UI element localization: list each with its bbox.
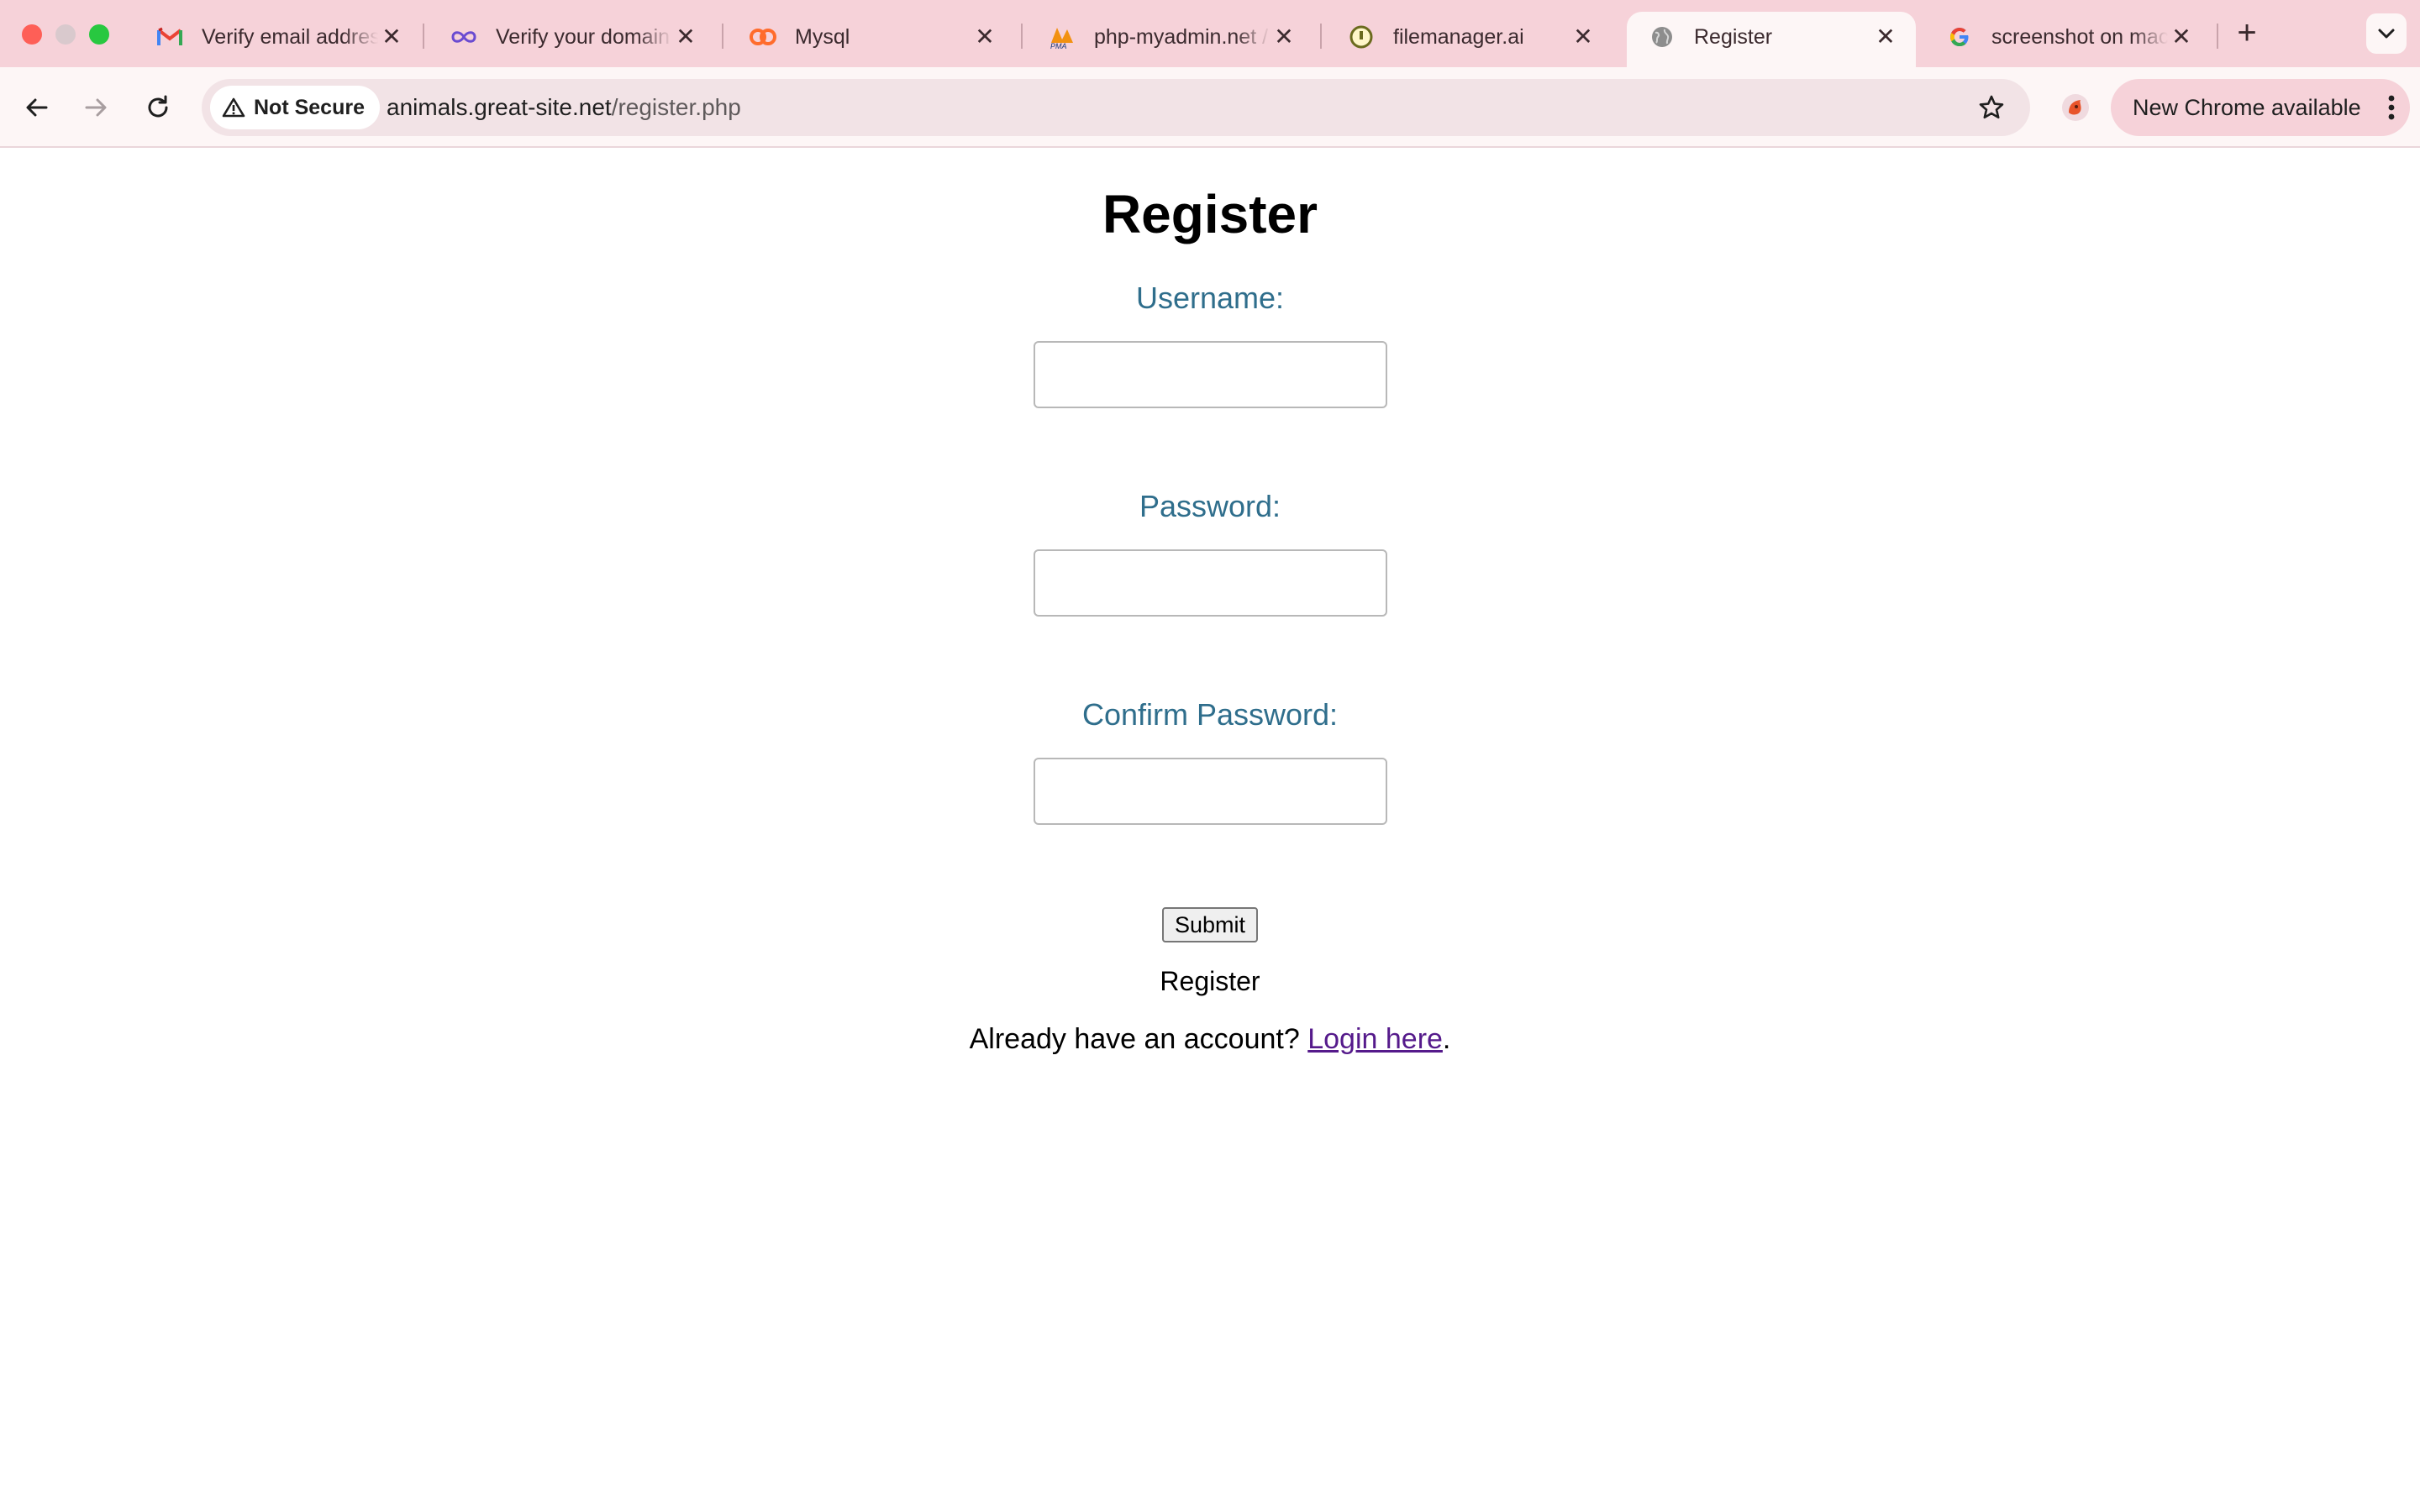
tab-verify-domain[interactable]: Verify your domain ✕ bbox=[429, 12, 711, 67]
globe-icon bbox=[1649, 24, 1676, 50]
login-prompt-line: Already have an account? Login here. bbox=[0, 1023, 2420, 1056]
tab-separator bbox=[1021, 24, 1023, 49]
page-title: Register bbox=[1102, 184, 1318, 244]
phpmyadmin-icon: PMA bbox=[1049, 24, 1076, 50]
tab-separator bbox=[2217, 24, 2218, 49]
login-prompt-text: Already have an account? bbox=[969, 1023, 1300, 1055]
tab-title: Mysql bbox=[795, 25, 850, 49]
login-link[interactable]: Login here bbox=[1307, 1023, 1443, 1055]
url-host: animals.great-site.net bbox=[387, 94, 612, 120]
warning-triangle-icon bbox=[222, 97, 245, 118]
reload-button[interactable] bbox=[138, 87, 178, 128]
tab-verify-email[interactable]: Verify email address ✕ bbox=[134, 12, 417, 67]
tab-google-search[interactable]: screenshot on mac ✕ bbox=[1924, 12, 2207, 67]
tab-filemanager[interactable]: filemanager.ai ✕ bbox=[1326, 12, 1608, 67]
close-tab-icon[interactable]: ✕ bbox=[1874, 25, 1897, 49]
star-icon bbox=[1979, 95, 2004, 119]
tab-mysql[interactable]: Mysql ✕ bbox=[728, 12, 1010, 67]
close-tab-icon[interactable]: ✕ bbox=[2170, 25, 2193, 49]
security-indicator[interactable]: Not Secure bbox=[210, 86, 380, 129]
url-path: /register.php bbox=[611, 94, 741, 120]
browser-toolbar: Not Secure animals.great-site.net/regist… bbox=[0, 67, 2420, 148]
tab-separator bbox=[722, 24, 723, 49]
extension-button[interactable] bbox=[2055, 87, 2096, 128]
gmail-icon bbox=[156, 24, 183, 50]
close-tab-icon[interactable]: ✕ bbox=[1571, 25, 1595, 49]
tab-title: php-myadmin.net / ... bbox=[1094, 25, 1270, 49]
update-chrome-button[interactable]: New Chrome available bbox=[2111, 79, 2410, 136]
close-tab-icon[interactable]: ✕ bbox=[1272, 25, 1296, 49]
login-suffix: . bbox=[1442, 1023, 1451, 1055]
more-vert-icon[interactable] bbox=[2373, 89, 2410, 126]
url-text[interactable]: animals.great-site.net/register.php bbox=[387, 79, 741, 136]
cpanel-icon bbox=[750, 24, 776, 50]
tab-separator bbox=[1320, 24, 1322, 49]
filemanager-icon bbox=[1348, 24, 1375, 50]
close-window-button[interactable] bbox=[22, 24, 42, 45]
page-content: Register Username: Password: Confirm Pas… bbox=[0, 150, 2420, 1512]
reload-icon bbox=[148, 95, 168, 118]
back-button[interactable] bbox=[17, 87, 57, 128]
register-text: Register bbox=[1160, 966, 1260, 996]
close-tab-icon[interactable]: ✕ bbox=[973, 25, 997, 49]
close-tab-icon[interactable]: ✕ bbox=[380, 25, 403, 49]
security-label: Not Secure bbox=[254, 95, 365, 119]
tab-register[interactable]: Register ✕ bbox=[1627, 12, 1916, 67]
tab-title: Register bbox=[1694, 25, 1773, 49]
confirm-password-label: Confirm Password: bbox=[1081, 697, 1339, 732]
minimize-window-button[interactable] bbox=[55, 24, 76, 45]
fox-extension-icon bbox=[2062, 94, 2089, 121]
submit-button[interactable]: Submit bbox=[1162, 907, 1258, 942]
password-input[interactable] bbox=[1034, 549, 1387, 617]
tab-separator bbox=[423, 24, 424, 49]
maximize-window-button[interactable] bbox=[89, 24, 109, 45]
arrow-left-icon bbox=[26, 98, 48, 117]
chevron-down-icon bbox=[2378, 29, 2395, 39]
forward-button[interactable] bbox=[76, 87, 116, 128]
svg-text:PMA: PMA bbox=[1050, 42, 1067, 50]
username-label: Username: bbox=[1135, 281, 1285, 315]
tab-strip: Verify email address ✕ Verify your domai… bbox=[0, 0, 2420, 67]
new-tab-button[interactable]: + bbox=[2232, 16, 2262, 50]
close-tab-icon[interactable]: ✕ bbox=[674, 25, 697, 49]
tab-title: filemanager.ai bbox=[1393, 25, 1524, 49]
google-icon bbox=[1946, 24, 1973, 50]
tab-title: screenshot on mac bbox=[1991, 25, 2168, 49]
tab-search-button[interactable] bbox=[2366, 13, 2407, 54]
username-input[interactable] bbox=[1034, 341, 1387, 408]
tab-title: Verify email address bbox=[202, 25, 378, 49]
address-bar[interactable]: Not Secure animals.great-site.net/regist… bbox=[202, 79, 2030, 136]
arrow-right-icon bbox=[85, 98, 107, 117]
bookmark-button[interactable] bbox=[1971, 87, 2012, 128]
update-chip-label: New Chrome available bbox=[2133, 95, 2361, 120]
tab-phpmyadmin[interactable]: PMA php-myadmin.net / ... ✕ bbox=[1027, 12, 1309, 67]
password-label: Password: bbox=[1139, 489, 1281, 523]
infinity-icon bbox=[450, 24, 477, 50]
tab-title: Verify your domain bbox=[496, 25, 671, 49]
confirm-password-input[interactable] bbox=[1034, 758, 1387, 825]
